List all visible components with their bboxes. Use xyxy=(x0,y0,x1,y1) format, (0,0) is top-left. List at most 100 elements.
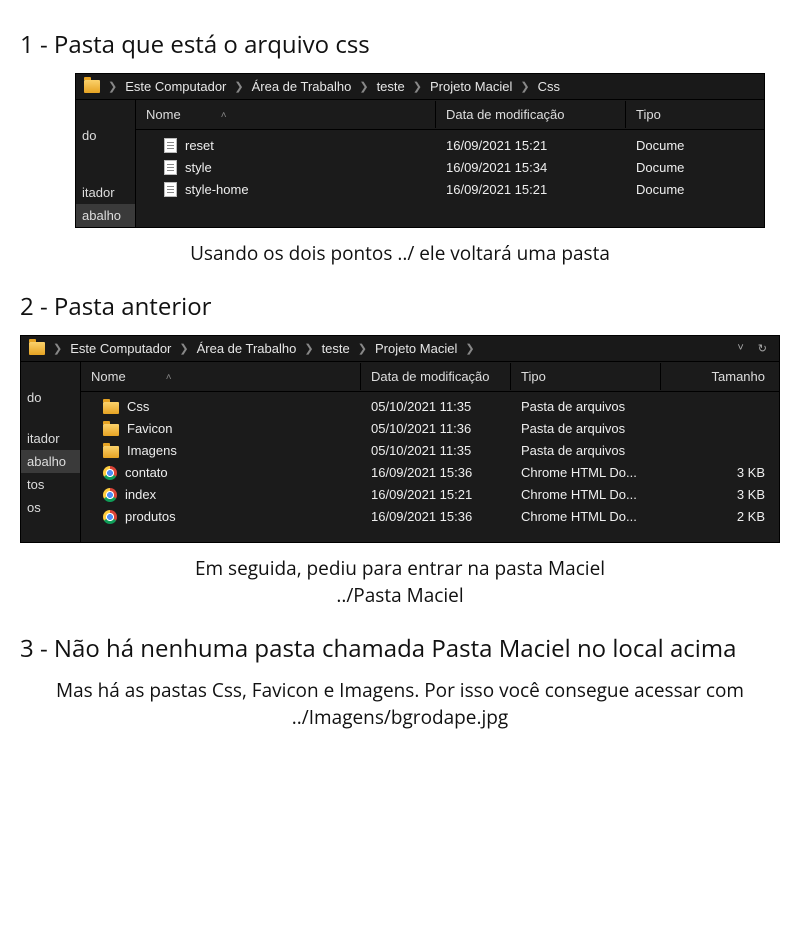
file-date: 16/09/2021 15:21 xyxy=(436,138,626,153)
doc-icon xyxy=(164,182,177,197)
breadcrumb[interactable]: ❯ Este Computador ❯ Área de Trabalho ❯ t… xyxy=(76,74,764,100)
file-date: 16/09/2021 15:36 xyxy=(361,509,511,524)
file-name: Favicon xyxy=(127,421,173,436)
caption-line: Em seguida, pediu para entrar na pasta M… xyxy=(60,555,740,583)
chevron-right-icon: ❯ xyxy=(356,342,369,355)
file-size: 3 KB xyxy=(661,487,779,502)
file-row[interactable]: Favicon05/10/2021 11:36Pasta de arquivos xyxy=(81,418,779,440)
sidebar: do itador abalho tos os xyxy=(21,362,81,542)
file-date: 16/09/2021 15:21 xyxy=(436,182,626,197)
file-name: style xyxy=(185,160,212,175)
breadcrumb-segment[interactable]: Área de Trabalho xyxy=(197,341,297,356)
caption-line: ../Pasta Maciel xyxy=(60,582,740,610)
column-date[interactable]: Data de modificação xyxy=(436,101,626,128)
explorer-window-projeto: ❯ Este Computador ❯ Área de Trabalho ❯ t… xyxy=(20,335,780,543)
file-type: Pasta de arquivos xyxy=(511,443,661,458)
breadcrumb-segment[interactable]: Css xyxy=(538,79,560,94)
breadcrumb[interactable]: ❯ Este Computador ❯ Área de Trabalho ❯ t… xyxy=(21,336,779,362)
chevron-down-icon[interactable]: ˅ xyxy=(733,342,747,354)
section-3-heading: 3 - Não há nenhuma pasta chamada Pasta M… xyxy=(20,632,780,665)
file-date: 05/10/2021 11:35 xyxy=(361,443,511,458)
chrome-icon xyxy=(103,510,117,524)
file-row[interactable]: Imagens 05/10/2021 11:35Pasta de arquivos xyxy=(81,440,779,462)
file-list: Nome˄ Data de modificação Tipo Tamanho C… xyxy=(81,362,779,542)
sidebar-item[interactable]: do xyxy=(21,386,80,409)
folder-icon xyxy=(103,402,119,414)
sidebar-item[interactable]: abalho xyxy=(21,450,80,473)
section-1-heading: 1 - Pasta que está o arquivo css xyxy=(20,28,780,61)
file-row[interactable]: style-home16/09/2021 15:21Docume xyxy=(136,178,764,200)
breadcrumb-segment[interactable]: teste xyxy=(322,341,350,356)
chevron-right-icon: ❯ xyxy=(302,342,315,355)
file-row[interactable]: reset16/09/2021 15:21Docume xyxy=(136,134,764,156)
breadcrumb-segment[interactable]: Projeto Maciel xyxy=(430,79,512,94)
chevron-right-icon: ❯ xyxy=(357,80,370,93)
section-3-body: Mas há as pastas Css, Favicon e Imagens.… xyxy=(40,677,760,732)
sidebar-item[interactable]: abalho xyxy=(76,204,135,227)
folder-icon xyxy=(103,446,119,458)
chevron-right-icon: ❯ xyxy=(177,342,190,355)
file-type: Chrome HTML Do... xyxy=(511,465,661,480)
file-row[interactable]: contato 16/09/2021 15:36Chrome HTML Do...… xyxy=(81,462,779,484)
folder-icon xyxy=(103,424,119,436)
column-headers: Nome˄ Data de modificação Tipo xyxy=(136,100,764,130)
section-2-heading: 2 - Pasta anterior xyxy=(20,290,780,323)
chrome-icon xyxy=(103,488,117,502)
refresh-icon[interactable]: ↻ xyxy=(754,342,771,355)
chrome-icon xyxy=(103,466,117,480)
breadcrumb-segment[interactable]: Projeto Maciel xyxy=(375,341,457,356)
file-type: Pasta de arquivos xyxy=(511,399,661,414)
file-size: 2 KB xyxy=(661,509,779,524)
file-type: Chrome HTML Do... xyxy=(511,487,661,502)
chevron-right-icon: ❯ xyxy=(232,80,245,93)
file-name: contato xyxy=(125,465,168,480)
sidebar-item[interactable]: itador xyxy=(21,427,80,450)
chevron-right-icon: ❯ xyxy=(411,80,424,93)
sidebar: do itador abalho xyxy=(76,100,136,227)
doc-icon xyxy=(164,160,177,175)
folder-icon xyxy=(29,342,45,355)
section-2-caption: Em seguida, pediu para entrar na pasta M… xyxy=(60,555,740,610)
file-list: Nome˄ Data de modificação Tipo reset 16/0… xyxy=(136,100,764,227)
column-type[interactable]: Tipo xyxy=(511,363,661,390)
file-row[interactable]: style16/09/2021 15:34Docume xyxy=(136,156,764,178)
file-name: produtos xyxy=(125,509,176,524)
column-size[interactable]: Tamanho xyxy=(661,363,779,390)
section-1-caption: Usando os dois pontos ../ ele voltará um… xyxy=(60,240,740,268)
file-date: 05/10/2021 11:36 xyxy=(361,421,511,436)
file-date: 16/09/2021 15:36 xyxy=(361,465,511,480)
file-name: index xyxy=(125,487,156,502)
file-size: 3 KB xyxy=(661,465,779,480)
file-type: Docume xyxy=(626,160,764,175)
sidebar-item[interactable]: tos xyxy=(21,473,80,496)
chevron-right-icon: ❯ xyxy=(518,80,531,93)
column-headers: Nome˄ Data de modificação Tipo Tamanho xyxy=(81,362,779,392)
sidebar-item[interactable]: itador xyxy=(76,181,135,204)
file-type: Docume xyxy=(626,182,764,197)
file-date: 16/09/2021 15:21 xyxy=(361,487,511,502)
breadcrumb-segment[interactable]: teste xyxy=(377,79,405,94)
column-type[interactable]: Tipo xyxy=(626,101,764,128)
breadcrumb-segment[interactable]: Este Computador xyxy=(70,341,171,356)
file-type: Chrome HTML Do... xyxy=(511,509,661,524)
file-name: reset xyxy=(185,138,214,153)
sort-asc-icon: ˄ xyxy=(221,110,227,121)
chevron-right-icon: ❯ xyxy=(463,342,476,355)
column-name[interactable]: Nome˄ xyxy=(136,101,436,128)
sidebar-item[interactable]: os xyxy=(21,496,80,519)
column-name[interactable]: Nome˄ xyxy=(81,363,361,390)
column-date[interactable]: Data de modificação xyxy=(361,363,511,390)
breadcrumb-segment[interactable]: Área de Trabalho xyxy=(252,79,352,94)
file-row[interactable]: produtos 16/09/2021 15:36Chrome HTML Do..… xyxy=(81,506,779,528)
file-name: Css xyxy=(127,399,149,414)
explorer-window-css: ❯ Este Computador ❯ Área de Trabalho ❯ t… xyxy=(75,73,765,228)
sidebar-item[interactable]: do xyxy=(76,124,135,147)
file-row[interactable]: Css 05/10/2021 11:35Pasta de arquivos xyxy=(81,396,779,418)
sort-asc-icon: ˄ xyxy=(166,372,172,383)
doc-icon xyxy=(164,138,177,153)
file-date: 05/10/2021 11:35 xyxy=(361,399,511,414)
breadcrumb-segment[interactable]: Este Computador xyxy=(125,79,226,94)
file-row[interactable]: index 16/09/2021 15:21Chrome HTML Do...3 … xyxy=(81,484,779,506)
file-name: Imagens xyxy=(127,443,177,458)
chevron-right-icon: ❯ xyxy=(51,342,64,355)
